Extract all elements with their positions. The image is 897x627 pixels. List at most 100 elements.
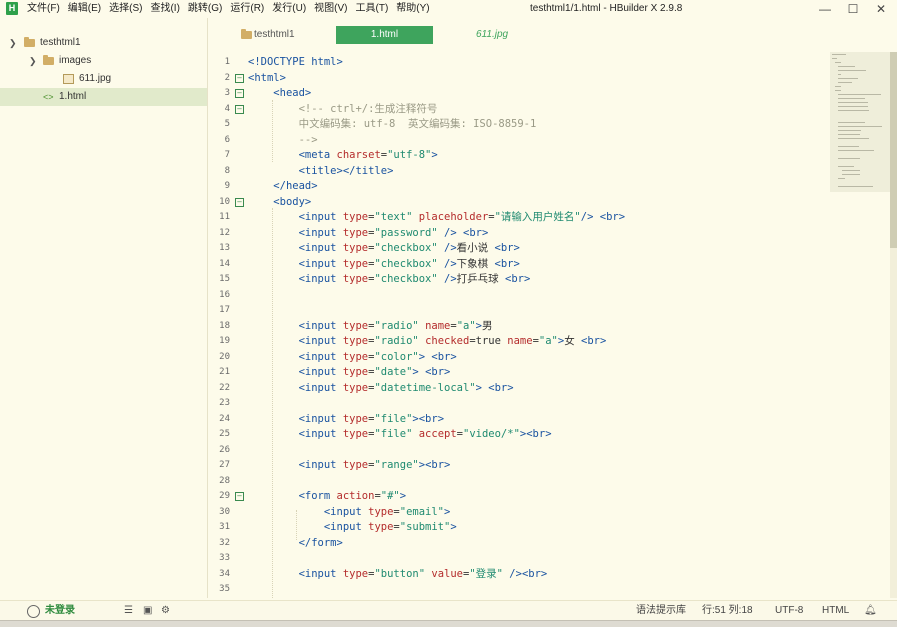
code-line[interactable]: 17 — [208, 302, 828, 318]
tree-item-project[interactable]: ❯ testhtml1 — [0, 34, 207, 52]
code-line[interactable]: 33 — [208, 550, 828, 566]
language-mode[interactable]: HTML — [822, 601, 849, 621]
tree-item-image-file[interactable]: 611.jpg — [0, 70, 207, 88]
line-number: 2 — [224, 72, 230, 83]
line-number: 20 — [219, 351, 230, 362]
code-line[interactable]: 2− <html> — [208, 70, 828, 86]
line-number: 14 — [219, 258, 230, 269]
code-text: <input type="date"> <br> — [298, 366, 451, 378]
code-line[interactable]: 26 — [208, 442, 828, 458]
line-number: 21 — [219, 367, 230, 377]
line-number: 32 — [219, 537, 230, 548]
fold-toggle-icon[interactable]: − — [235, 89, 244, 98]
minimap-line — [838, 126, 882, 127]
code-line[interactable]: 15 <input type="checkbox" />打乒乓球 <br> — [208, 271, 828, 287]
code-line[interactable]: 7 <meta charset="utf-8"> — [208, 147, 828, 163]
user-icon[interactable] — [27, 605, 40, 618]
code-line[interactable]: 6 --> — [208, 132, 828, 148]
code-line[interactable]: 29− <form action="#"> — [208, 488, 828, 504]
code-line[interactable]: 8 <title></title> — [208, 163, 828, 179]
minimize-button[interactable]: — — [814, 0, 836, 18]
menu-item[interactable]: 帮助(Y) — [396, 0, 429, 18]
menu-item[interactable]: 选择(S) — [109, 0, 142, 18]
code-line[interactable]: 24 <input type="file"><br> — [208, 411, 828, 427]
bell-icon[interactable]: 🔔︎ — [864, 606, 877, 616]
tree-item-html-file[interactable]: <> 1.html — [0, 88, 207, 106]
cursor-position[interactable]: 行:51 列:18 — [702, 601, 753, 621]
line-number: 24 — [219, 413, 230, 424]
line-number: 6 — [224, 134, 230, 145]
minimap[interactable] — [830, 52, 890, 242]
line-number: 31 — [219, 522, 230, 532]
code-line[interactable]: 21 <input type="date"> <br> — [208, 364, 828, 380]
line-number: 35 — [219, 584, 230, 594]
line-number: 13 — [219, 243, 230, 253]
code-line[interactable]: 22 <input type="datetime-local"> <br> — [208, 380, 828, 396]
chevron-down-icon[interactable]: ❯ — [9, 34, 17, 52]
code-editor[interactable]: 1 <!DOCTYPE html> 2− <html> 3− <head> 4− <!--… — [208, 52, 828, 598]
fold-toggle-icon[interactable]: − — [235, 492, 244, 501]
line-number: 34 — [219, 568, 230, 579]
code-text: <input type="button" value="登录" /><br> — [298, 567, 548, 580]
maximize-button[interactable]: ☐ — [842, 0, 864, 18]
menu-item[interactable]: 视图(V) — [314, 0, 347, 18]
menu-item[interactable]: 编辑(E) — [68, 0, 101, 18]
menu-item[interactable]: 查找(I) — [150, 0, 179, 18]
code-line[interactable]: 31 <input type="submit"> — [208, 519, 828, 535]
list-icon[interactable]: ☰ — [124, 606, 134, 616]
code-line[interactable]: 20 <input type="color"> <br> — [208, 349, 828, 365]
code-line[interactable]: 10− <body> — [208, 194, 828, 210]
minimap-line — [835, 86, 842, 87]
code-line[interactable]: 11 <input type="text" placeholder="请输入用户… — [208, 209, 828, 225]
code-line[interactable]: 18 <input type="radio" name="a">男 — [208, 318, 828, 334]
code-line[interactable]: 30 <input type="email"> — [208, 504, 828, 520]
code-line[interactable]: 3− <head> — [208, 85, 828, 101]
encoding[interactable]: UTF-8 — [775, 601, 803, 621]
minimap-line — [841, 170, 860, 171]
code-line[interactable]: 1 <!DOCTYPE html> — [208, 54, 828, 70]
status-bar: 未登录 ☰ ▣ ⚙ 语法提示库 行:51 列:18 UTF-8 HTML 🔔︎ — [0, 600, 897, 621]
code-line[interactable]: 35 — [208, 581, 828, 597]
fold-toggle-icon[interactable]: − — [235, 197, 244, 207]
minimap-line — [838, 150, 875, 151]
syntax-hint-library[interactable]: 语法提示库 — [636, 601, 686, 621]
close-button[interactable]: ✕ — [870, 0, 892, 18]
code-line[interactable]: 28 — [208, 473, 828, 489]
code-text: <form action="#"> — [298, 490, 407, 502]
scrollbar-thumb[interactable] — [890, 52, 897, 248]
fold-toggle-icon[interactable]: − — [235, 104, 244, 114]
minimap-line — [838, 102, 869, 103]
code-line[interactable]: 34 <input type="button" value="登录" /><br… — [208, 566, 828, 582]
code-line[interactable]: 19 <input type="radio" checked=true name… — [208, 333, 828, 349]
code-line[interactable]: 32 </form> — [208, 535, 828, 551]
code-text: <input type="email"> — [323, 505, 451, 518]
code-text: <input type="text" placeholder="请输入用户姓名"… — [298, 211, 626, 223]
editor-tabs: testhtml1 1.html 611.jpg — [208, 26, 897, 44]
code-line[interactable]: 27 <input type="range"><br> — [208, 457, 828, 473]
tree-item-images-folder[interactable]: ❯ images — [0, 52, 207, 70]
chevron-down-icon[interactable]: ❯ — [29, 52, 37, 70]
folder-icon — [24, 37, 35, 47]
menu-item[interactable]: 跳转(G) — [188, 0, 222, 18]
minimap-line — [838, 98, 866, 99]
code-line[interactable]: 23 — [208, 395, 828, 411]
menu-item[interactable]: 运行(R) — [230, 0, 264, 18]
code-line[interactable]: 12 <input type="password" /> <br> — [208, 225, 828, 241]
menu-item[interactable]: 文件(F) — [27, 0, 60, 18]
tab-image-file[interactable]: 611.jpg — [476, 26, 508, 44]
tab-active-file[interactable]: 1.html — [336, 26, 433, 44]
code-line[interactable]: 13 <input type="checkbox" />看小说 <br> — [208, 240, 828, 256]
code-line[interactable]: 25 <input type="file" accept="video/*"><… — [208, 426, 828, 442]
code-line[interactable]: 16 — [208, 287, 828, 303]
fold-toggle-icon[interactable]: − — [235, 73, 244, 83]
terminal-icon[interactable]: ▣ — [143, 606, 153, 616]
menu-item[interactable]: 发行(U) — [272, 0, 306, 18]
menu-item[interactable]: 工具(T) — [356, 0, 389, 18]
login-status[interactable]: 未登录 — [45, 601, 75, 621]
code-line[interactable]: 5 中文编码集: utf-8 英文编码集: ISO-8859-1 — [208, 116, 828, 132]
code-line[interactable]: 4− <!-- ctrl+/:生成注释符号 — [208, 101, 828, 117]
code-line[interactable]: 9 </head> — [208, 178, 828, 194]
code-text: <html> — [248, 71, 286, 84]
settings-icon[interactable]: ⚙ — [161, 606, 171, 616]
code-line[interactable]: 14 <input type="checkbox" />下象棋 <br> — [208, 256, 828, 272]
